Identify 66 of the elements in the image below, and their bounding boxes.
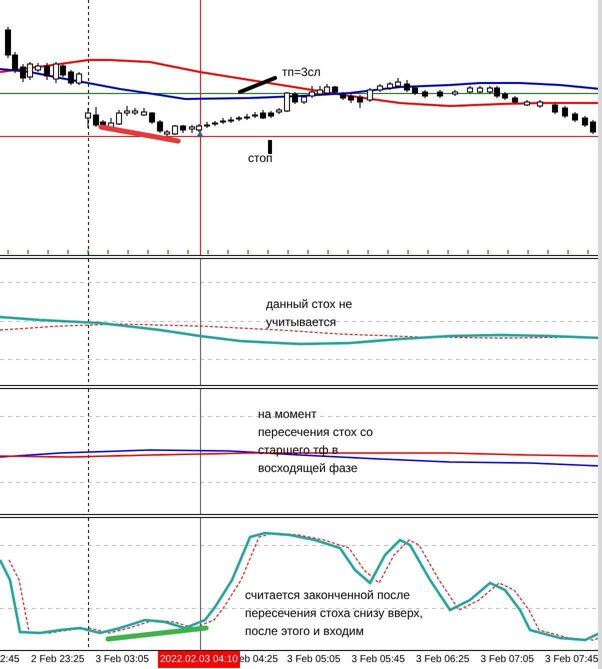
candlestick (268, 110, 274, 118)
candlestick (228, 116, 234, 124)
candlestick (124, 106, 130, 116)
candlestick (512, 96, 518, 104)
candlestick (395, 78, 401, 88)
candlestick (35, 62, 41, 72)
time-axis-label: 2:45 (0, 653, 20, 667)
candlestick (220, 118, 226, 124)
candlestick (172, 124, 178, 136)
candlestick (452, 90, 458, 96)
time-axis-label: 2 Feb 23:25 (31, 653, 84, 667)
candlestick (412, 86, 418, 96)
time-axis-label: 3 Feb 05:45 (352, 653, 405, 667)
time-axis-label: 3 Feb 03:05 (96, 653, 149, 667)
trend-line (238, 76, 277, 94)
candlestick (590, 120, 596, 134)
candlestick (387, 82, 393, 90)
candlestick (332, 86, 338, 94)
chart-annotation: стоп (248, 150, 273, 167)
candlestick (180, 124, 186, 134)
candlestick (260, 110, 266, 120)
candlestick (85, 108, 91, 128)
candlestick (236, 116, 242, 122)
candlestick (467, 86, 473, 94)
candlestick (437, 90, 443, 98)
chart-note: данный стох не учитывается (266, 296, 354, 331)
candlestick (340, 92, 346, 100)
candlestick (68, 70, 74, 86)
candlestick (524, 100, 530, 106)
candlestick (582, 116, 588, 128)
candlestick (116, 110, 122, 126)
candlestick (477, 86, 483, 94)
candlestick (141, 108, 147, 116)
candlestick (284, 92, 290, 112)
candlestick (204, 122, 210, 128)
candlestick (132, 108, 138, 116)
candlestick (309, 86, 315, 98)
chart-annotation: тп=3сл (282, 64, 321, 81)
cursor-time-label: 2022.02.03 04:10 (158, 651, 240, 668)
candlestick (502, 92, 508, 100)
candlestick (377, 84, 383, 92)
candlestick (244, 114, 250, 120)
time-axis-label: 3 Feb 05:05 (287, 653, 340, 667)
candlestick (276, 108, 282, 114)
candlestick (149, 112, 155, 124)
candlestick (404, 80, 410, 92)
candlestick (552, 102, 558, 114)
time-axis-label: 3 Feb 06:25 (416, 653, 470, 667)
candlestick (292, 92, 298, 104)
candlestick (572, 112, 578, 122)
candlestick (44, 62, 50, 80)
candlestick (76, 72, 82, 86)
marker-line (268, 140, 272, 154)
time-axis-label: 3 Feb 07:05 (480, 653, 534, 667)
candlestick (348, 94, 354, 104)
candlestick (212, 120, 218, 126)
candlestick (562, 106, 568, 118)
candlestick (537, 100, 543, 108)
chart-note: считается законченной после пересечения стоха снизу вверх, после этого и входим (245, 587, 424, 640)
candlestick (422, 90, 428, 98)
candlestick (357, 94, 363, 108)
candlestick (367, 88, 373, 102)
triangle-marker-icon (197, 131, 203, 136)
candlestick (252, 112, 258, 118)
candlestick (301, 94, 307, 104)
time-axis-label: 3 Feb 07:45 (545, 653, 598, 667)
